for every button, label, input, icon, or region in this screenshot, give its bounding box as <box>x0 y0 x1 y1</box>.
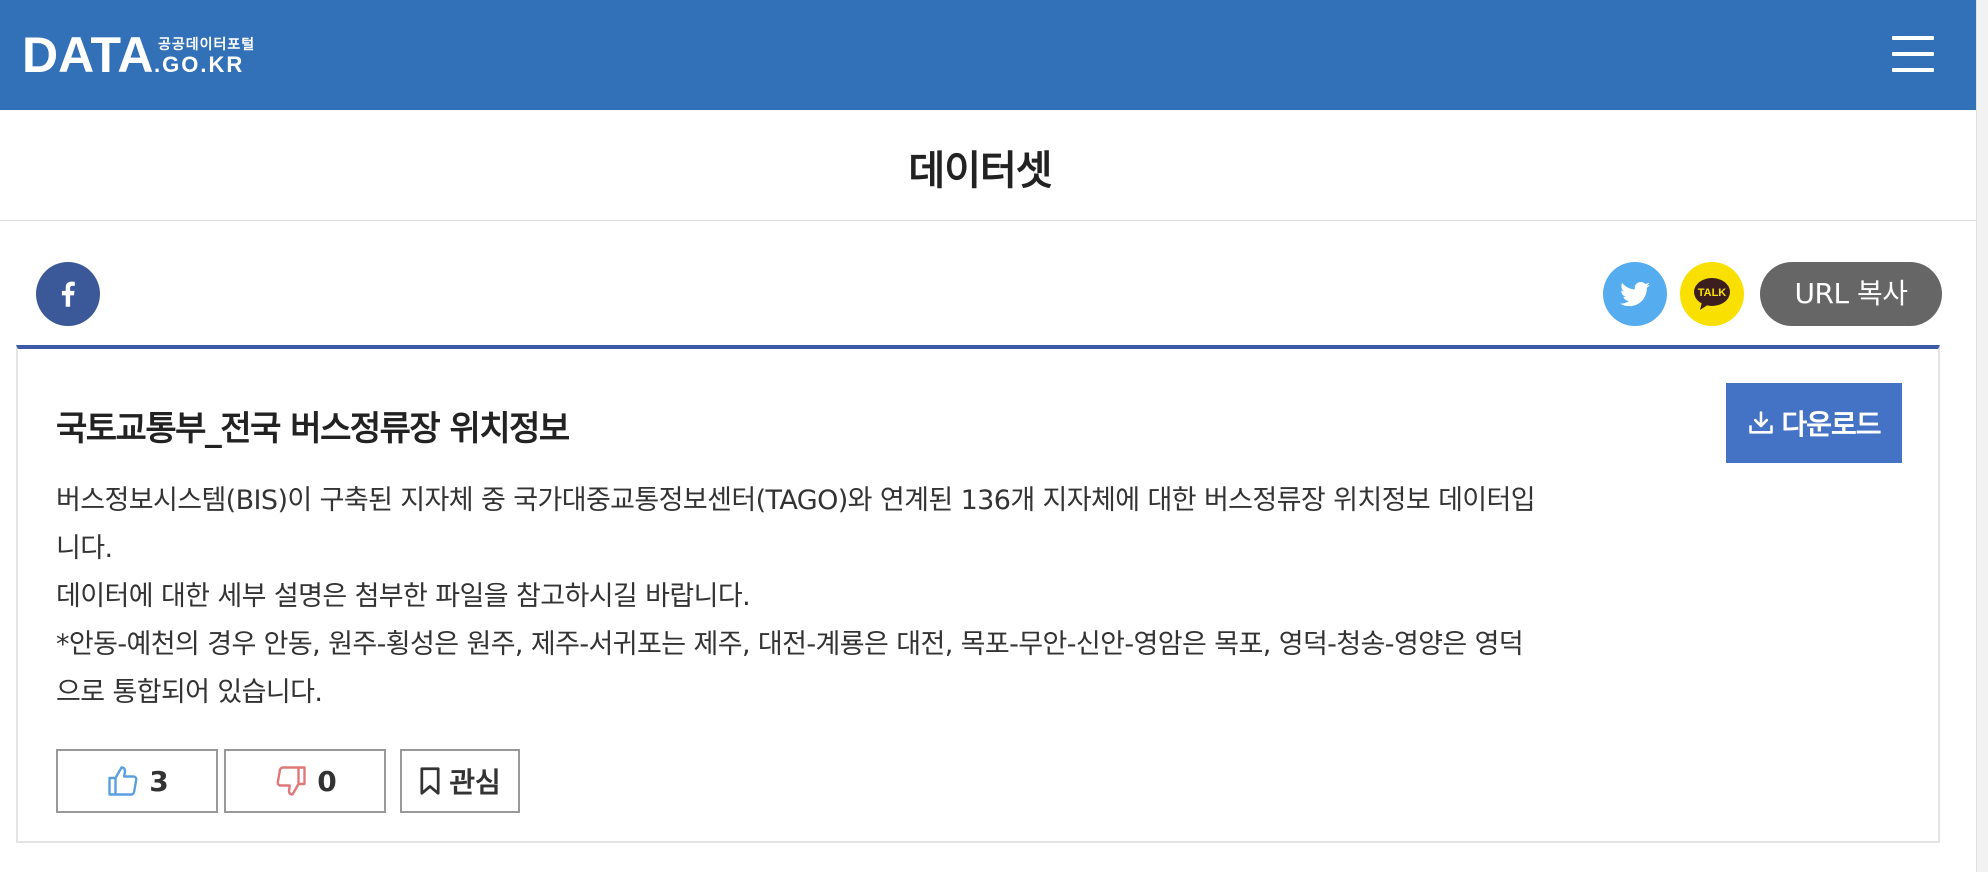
url-copy-button[interactable]: URL 복사 <box>1760 262 1942 326</box>
facebook-icon <box>61 281 75 307</box>
kakaotalk-label: TALK <box>1698 287 1727 299</box>
download-icon <box>1749 411 1774 434</box>
dataset-title: 국토교통부_전국 버스정류장 위치정보 <box>56 409 570 449</box>
page-title-bar: 데이터셋 <box>0 110 1976 221</box>
dislike-count: 0 <box>317 764 337 798</box>
top-header: DATA 공공데이터포털 .GO.KR <box>0 0 1976 110</box>
logo-domain-text: .GO.KR <box>154 52 245 77</box>
menu-bar-icon <box>1892 52 1934 56</box>
vertical-scrollbar[interactable] <box>1976 0 1988 872</box>
description-line: 으로 통합되어 있습니다. <box>56 677 323 708</box>
twitter-icon <box>1619 282 1650 307</box>
kakaotalk-icon: TALK <box>1694 278 1730 310</box>
facebook-share-button[interactable] <box>36 262 100 326</box>
twitter-share-button[interactable] <box>1603 262 1667 326</box>
description-line: 니다. <box>56 533 113 564</box>
logo-sub-text: 공공데이터포털 <box>158 37 256 53</box>
kakaotalk-share-button[interactable]: TALK <box>1680 262 1744 326</box>
description-line: 데이터에 대한 세부 설명은 첨부한 파일을 참고하시길 바랍니다. <box>56 581 751 612</box>
dataset-card: 국토교통부_전국 버스정류장 위치정보 다운로드 버스정보시스템(BIS)이 구… <box>16 345 1940 843</box>
dataset-description: 버스정보시스템(BIS)이 구축된 지자체 중 국가대중교통정보센터(TAGO)… <box>56 477 1696 717</box>
download-button[interactable]: 다운로드 <box>1726 383 1902 463</box>
menu-bar-icon <box>1892 36 1934 40</box>
like-count: 3 <box>149 764 169 798</box>
download-label: 다운로드 <box>1781 408 1881 441</box>
logo-main-text: DATA <box>22 27 154 83</box>
bookmark-icon <box>420 767 440 795</box>
menu-bar-icon <box>1892 68 1934 72</box>
like-button[interactable]: 3 <box>56 749 218 813</box>
dislike-button[interactable]: 0 <box>224 749 386 813</box>
description-line: *안동-예천의 경우 안동, 원주-횡성은 원주, 제주-서귀포는 제주, 대전… <box>56 629 1524 660</box>
thumbs-up-icon <box>108 766 138 796</box>
favorite-label: 관심 <box>449 766 501 799</box>
description-line: 버스정보시스템(BIS)이 구축된 지자체 중 국가대중교통정보센터(TAGO)… <box>56 485 1536 516</box>
thumbs-down-icon <box>276 766 306 796</box>
share-toolbar: TALK URL 복사 <box>0 221 1976 345</box>
page-title: 데이터셋 <box>908 148 1052 194</box>
favorite-button[interactable]: 관심 <box>400 749 520 813</box>
hamburger-menu-button[interactable] <box>1892 34 1936 74</box>
